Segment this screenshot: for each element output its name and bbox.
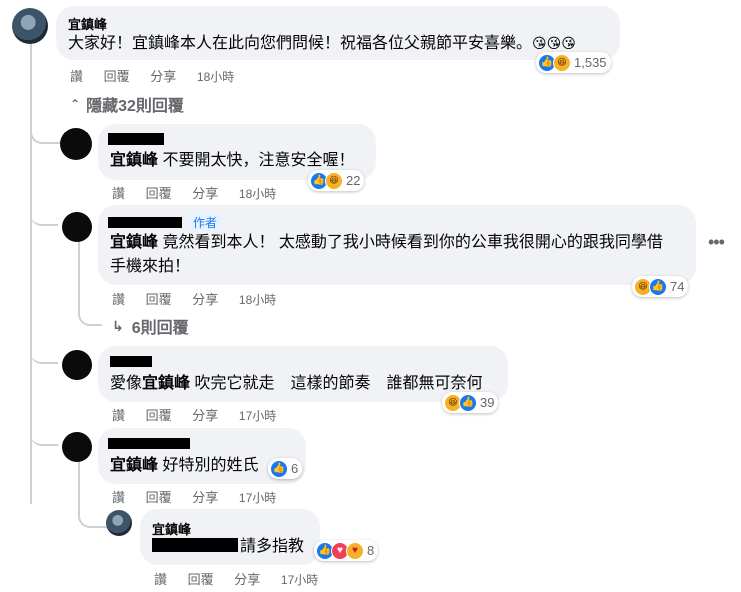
redacted-author-name xyxy=(108,438,190,449)
mention[interactable]: 宜鎮峰 xyxy=(110,234,158,251)
avatar[interactable] xyxy=(12,8,48,44)
timestamp[interactable]: 18小時 xyxy=(239,293,276,307)
comment-text: 大家好！宜鎮峰本人在此向您們問候！祝福各位父親節平安喜樂。😘😘😘 xyxy=(68,35,576,52)
share-button[interactable]: 分享 xyxy=(192,186,218,201)
comment-author[interactable]: 宜鎮峰 xyxy=(152,519,191,538)
comment-bubble-nested: 宜鎮峰 請多指教 xyxy=(140,509,320,565)
reply-button[interactable]: 回覆 xyxy=(146,408,172,423)
reply-button[interactable]: 回覆 xyxy=(146,490,172,505)
comment-actions: 讚 回覆 分享 18小時 xyxy=(112,183,293,202)
view-replies-button[interactable]: ↳ 6則回覆 xyxy=(112,314,189,338)
share-button[interactable]: 分享 xyxy=(192,490,218,505)
mention[interactable]: 宜鎮峰 xyxy=(110,152,158,169)
thread-branch-3 xyxy=(30,340,58,364)
comment-actions: 讚 回覆 分享 18小時 xyxy=(70,66,251,85)
timestamp[interactable]: 18小時 xyxy=(197,70,234,84)
redacted-mention xyxy=(152,538,238,552)
avatar[interactable] xyxy=(62,432,92,462)
chevron-up-icon: ⌃ xyxy=(70,97,81,111)
mention[interactable]: 宜鎮峰 xyxy=(142,375,190,392)
reaction-count: 22 xyxy=(346,173,361,188)
share-button[interactable]: 分享 xyxy=(234,572,260,587)
reaction-summary[interactable]: 😆 👍 39 xyxy=(442,392,499,413)
comment-actions: 讚 回覆 分享 17小時 xyxy=(112,487,293,506)
avatar[interactable] xyxy=(106,510,132,536)
like-button[interactable]: 讚 xyxy=(112,186,125,201)
reaction-count: 6 xyxy=(291,461,299,476)
reaction-count: 8 xyxy=(367,543,375,558)
care-reaction-icon: ♥ xyxy=(346,541,364,560)
comment-text: 宜鎮峰 竟然看到本人！ 太感動了我小時候看到你的公車我很開心的跟我同學借 xyxy=(110,234,663,251)
comment-text-line2: 手機來拍！ xyxy=(110,258,191,275)
reaction-summary[interactable]: 👍 😆 1,535 xyxy=(536,52,611,73)
reaction-summary[interactable]: 😆 👍 74 xyxy=(632,276,689,297)
timestamp[interactable]: 17小時 xyxy=(281,573,318,587)
reply-arrow-icon: ↳ xyxy=(112,317,124,334)
reply-button[interactable]: 回覆 xyxy=(104,69,130,84)
share-button[interactable]: 分享 xyxy=(150,69,176,84)
comment-actions: 讚 回覆 分享 18小時 xyxy=(112,289,293,308)
comment-bubble-reply: 作者 宜鎮峰 竟然看到本人！ 太感動了我小時候看到你的公車我很開心的跟我同學借 … xyxy=(98,205,696,285)
like-button[interactable]: 讚 xyxy=(154,572,167,587)
redacted-author-name xyxy=(108,133,164,145)
like-button[interactable]: 讚 xyxy=(112,490,125,505)
reply-button[interactable]: 回覆 xyxy=(146,292,172,307)
more-options-icon[interactable]: ••• xyxy=(708,232,725,253)
timestamp[interactable]: 18小時 xyxy=(239,187,276,201)
reaction-summary[interactable]: 👍 ♥ ♥ 8 xyxy=(314,540,379,561)
hide-replies-button[interactable]: ⌃ 隱藏32則回覆 xyxy=(70,92,184,116)
comment-actions: 讚 回覆 分享 17小時 xyxy=(154,569,335,588)
redacted-author-name xyxy=(110,356,152,367)
share-button[interactable]: 分享 xyxy=(192,408,218,423)
mention[interactable]: 宜鎮峰 xyxy=(110,457,158,474)
like-button[interactable]: 讚 xyxy=(70,69,83,84)
redacted-author-name xyxy=(108,217,182,228)
share-button[interactable]: 分享 xyxy=(192,292,218,307)
like-button[interactable]: 讚 xyxy=(112,292,125,307)
reaction-count: 39 xyxy=(480,395,495,410)
haha-reaction-icon: 😆 xyxy=(325,171,343,190)
comment-text: 請多指教 xyxy=(240,538,305,555)
emoji: 😘😘😘 xyxy=(532,35,576,51)
comment-text: 宜鎮峰 好特別的姓氏 xyxy=(110,457,259,474)
timestamp[interactable]: 17小時 xyxy=(239,491,276,505)
avatar[interactable] xyxy=(62,350,92,380)
like-reaction-icon: 👍 xyxy=(649,277,667,296)
reply-button[interactable]: 回覆 xyxy=(146,186,172,201)
comment-bubble-main: 宜鎮峰 大家好！宜鎮峰本人在此向您們問候！祝福各位父親節平安喜樂。😘😘😘 xyxy=(56,6,620,60)
timestamp[interactable]: 17小時 xyxy=(239,409,276,423)
reaction-count: 1,535 xyxy=(574,55,607,70)
comment-text: 愛像宜鎮峰 吹完它就走 這樣的節奏 誰都無可奈何 xyxy=(110,375,483,392)
like-button[interactable]: 讚 xyxy=(112,408,125,423)
avatar[interactable] xyxy=(62,212,92,242)
reply-button[interactable]: 回覆 xyxy=(188,572,214,587)
like-reaction-icon: 👍 xyxy=(459,393,477,412)
reaction-summary[interactable]: 👍 😆 22 xyxy=(308,170,365,191)
haha-reaction-icon: 😆 xyxy=(553,53,571,72)
avatar[interactable] xyxy=(60,128,92,160)
reaction-summary[interactable]: 👍 6 xyxy=(268,458,303,479)
thread-branch-4 xyxy=(30,420,58,446)
like-reaction-icon: 👍 xyxy=(270,459,288,478)
reaction-count: 74 xyxy=(670,279,685,294)
comment-actions: 讚 回覆 分享 17小時 xyxy=(112,405,293,424)
thread-branch-2 xyxy=(30,200,58,226)
thread-branch-1 xyxy=(30,120,60,144)
